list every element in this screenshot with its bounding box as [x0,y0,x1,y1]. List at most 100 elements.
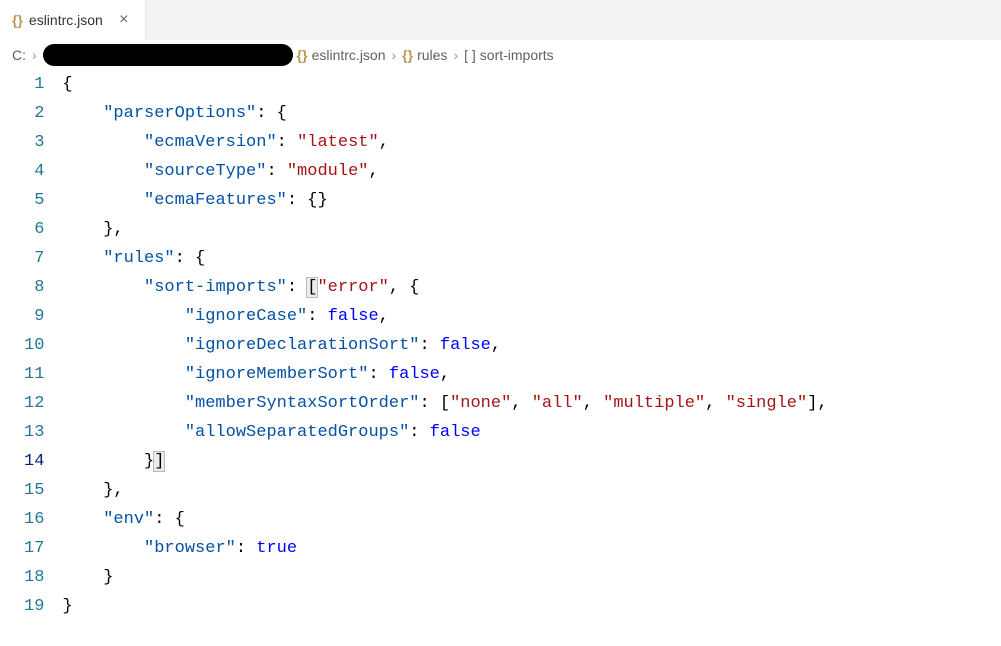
tok: "env" [103,510,154,529]
tok: { [195,249,205,268]
tok: : [307,307,317,326]
tok: "single" [726,394,808,413]
tab-label: eslintrc.json [29,12,103,28]
line-number: 18 [24,563,44,592]
tok: , [817,394,827,413]
line-number: 14 [24,447,44,476]
line-number: 11 [24,360,44,389]
tok: , [440,365,450,384]
line-number: 17 [24,534,44,563]
tok: } [62,597,72,616]
breadcrumb-sortimports[interactable]: [ ] sort-imports [464,47,554,63]
tok: "ignoreCase" [185,307,307,326]
tab-bar: {} eslintrc.json × [0,0,1001,40]
tok: : [277,133,287,152]
tok: { [409,278,419,297]
tok: : [175,249,185,268]
line-number: 2 [24,99,44,128]
tok: : [287,191,297,210]
tok: "sourceType" [144,162,266,181]
tok: } [103,220,113,239]
line-number: 16 [24,505,44,534]
breadcrumb-rules-label: rules [417,47,447,63]
breadcrumb-file[interactable]: {} eslintrc.json [297,47,386,63]
tok: { [62,75,72,94]
tok: , [368,162,378,181]
tok: , [379,133,389,152]
tok: "memberSyntaxSortOrder" [185,394,420,413]
line-number-gutter: 1 2 3 4 5 6 7 8 9 10 11 12 13 14 15 16 1… [0,70,62,621]
tok: "error" [317,278,388,297]
tok: "ignoreDeclarationSort" [185,336,420,355]
tok: false [440,336,491,355]
line-number: 7 [24,244,44,273]
tok: "all" [532,394,583,413]
tok: , [113,481,123,500]
tok: : [368,365,378,384]
tok: "latest" [297,133,379,152]
tok: , [113,220,123,239]
tok: "ecmaVersion" [144,133,277,152]
line-number: 4 [24,157,44,186]
code-content[interactable]: { "parserOptions": { "ecmaVersion": "lat… [62,70,1001,621]
tok: "parserOptions" [103,104,256,123]
line-number: 6 [24,215,44,244]
tok: : [236,539,246,558]
tok: { [175,510,185,529]
breadcrumb-path-redacted [43,44,293,66]
line-number: 3 [24,128,44,157]
close-icon[interactable]: × [115,11,133,29]
line-number: 8 [24,273,44,302]
breadcrumb-rules[interactable]: {} rules [402,47,447,63]
tok: , [389,278,399,297]
tok: "rules" [103,249,174,268]
code-editor[interactable]: 1 2 3 4 5 6 7 8 9 10 11 12 13 14 15 16 1… [0,70,1001,621]
line-number: 15 [24,476,44,505]
line-number: 13 [24,418,44,447]
tok: "browser" [144,539,236,558]
tok: false [389,365,440,384]
tok: : [256,104,266,123]
tok: , [705,394,715,413]
tab-eslintrc[interactable]: {} eslintrc.json × [0,0,146,40]
tok: false [328,307,379,326]
json-braces-icon: {} [402,47,413,63]
tok: [ [440,394,450,413]
tok: ] [153,451,165,472]
tok: } [103,568,113,587]
line-number: 1 [24,70,44,99]
tok: , [491,336,501,355]
tok: , [583,394,593,413]
line-number: 12 [24,389,44,418]
tok: : [266,162,276,181]
breadcrumb: C: › {} eslintrc.json › {} rules › [ ] s… [0,40,1001,70]
line-number: 5 [24,186,44,215]
json-braces-icon: {} [297,47,308,63]
tok: "module" [287,162,369,181]
tok: : [409,423,419,442]
breadcrumb-drive[interactable]: C: [12,47,26,63]
line-number: 9 [24,302,44,331]
tok: : [287,278,297,297]
tok: , [511,394,521,413]
breadcrumb-sortimports-label: sort-imports [480,47,554,63]
tok: "multiple" [603,394,705,413]
tok: {} [307,191,327,210]
tok: "allowSeparatedGroups" [185,423,409,442]
tok: ] [807,394,817,413]
tok: "ignoreMemberSort" [185,365,369,384]
json-braces-icon: {} [12,12,23,28]
line-number: 10 [24,331,44,360]
tok: : [419,394,429,413]
tok: "ecmaFeatures" [144,191,287,210]
tok: , [379,307,389,326]
tok: : [419,336,429,355]
tok: { [277,104,287,123]
chevron-right-icon: › [453,47,458,63]
tok: false [430,423,481,442]
tok: "sort-imports" [144,278,287,297]
json-array-icon: [ ] [464,47,476,63]
tok: true [256,539,297,558]
tok: : [154,510,164,529]
tok: "none" [450,394,511,413]
